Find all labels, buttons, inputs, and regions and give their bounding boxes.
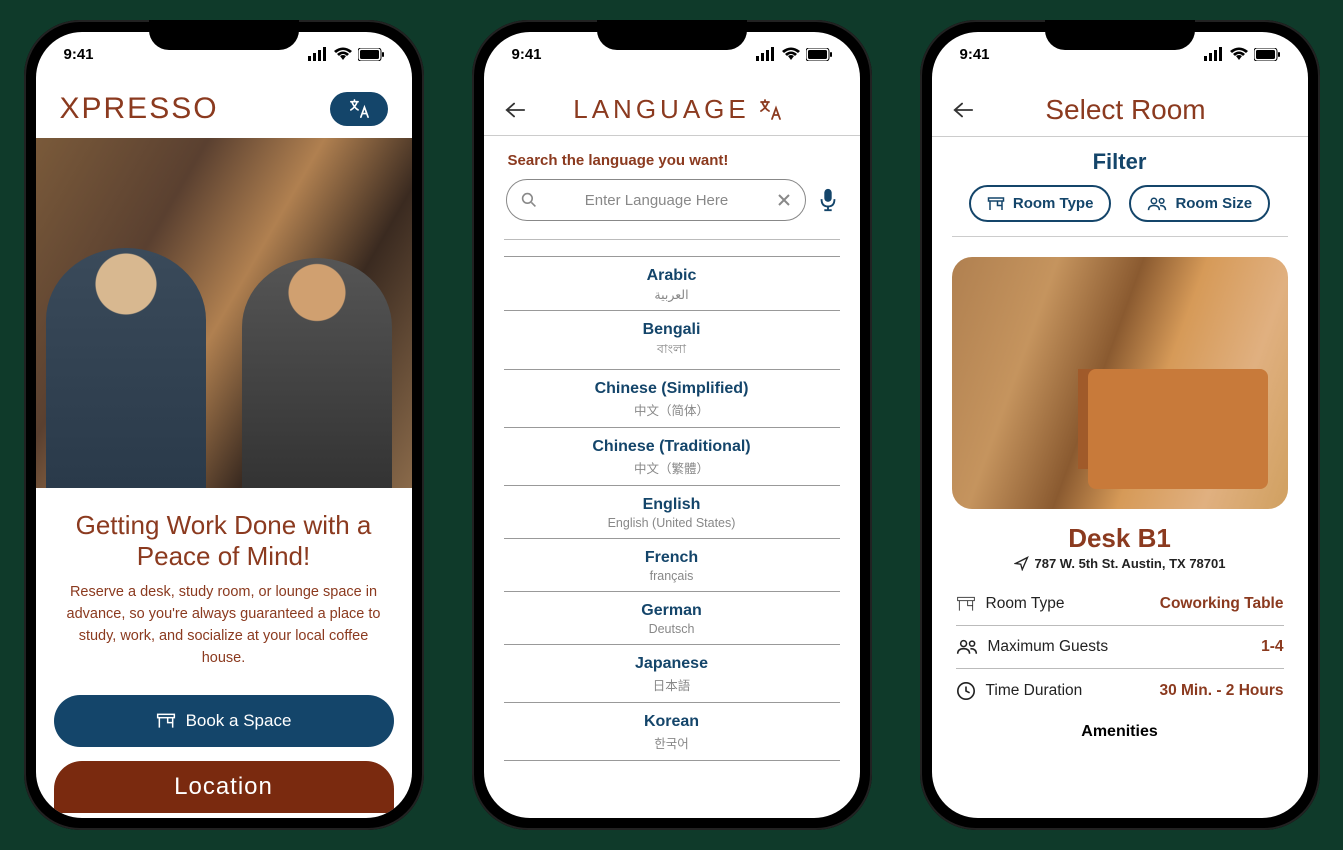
location-label: Location [174, 773, 273, 801]
people-icon [956, 638, 978, 656]
address-text: 787 W. 5th St. Austin, TX 78701 [1035, 556, 1226, 571]
wifi-icon [333, 44, 353, 64]
select-room-header: Select Room [932, 76, 1308, 137]
home-content: XPRESSO Getting Work Done with a Peace o… [36, 76, 412, 818]
page-title: Select Room [964, 94, 1288, 126]
status-icons [1204, 44, 1280, 64]
room-address: 787 W. 5th St. Austin, TX 78701 [932, 556, 1308, 583]
desk-icon [156, 712, 176, 730]
search-row [484, 179, 860, 229]
book-space-button[interactable]: Book a Space [54, 695, 394, 747]
wifi-icon [1229, 44, 1249, 64]
room-image [952, 257, 1288, 509]
select-room-content: Select Room Filter Room Type Room Size D… [932, 76, 1308, 818]
filter-room-type[interactable]: Room Type [969, 185, 1112, 222]
subtext: Reserve a desk, study room, or lounge sp… [36, 582, 412, 687]
wifi-icon [781, 44, 801, 64]
language-list: Arabicالعربية Bengaliবাংলা Chinese (Simp… [484, 240, 860, 761]
spec-label-text: Time Duration [986, 682, 1083, 700]
language-item[interactable]: Chinese (Traditional)中文（繁體） [504, 428, 840, 486]
language-item[interactable]: Korean한국어 [504, 703, 840, 761]
signal-icon [1204, 44, 1224, 64]
signal-icon [308, 44, 328, 64]
battery-icon [358, 48, 384, 61]
screen-language: 9:41 LANGUAGE Search the language you [484, 32, 860, 818]
signal-icon [756, 44, 776, 64]
brand-logo: XPRESSO [60, 92, 219, 126]
language-item[interactable]: Japanese日本語 [504, 645, 840, 703]
people-icon [1147, 196, 1167, 212]
status-icons [308, 44, 384, 64]
amenities-header: Amenities [932, 713, 1308, 741]
filter-label: Filter [932, 137, 1308, 185]
translate-icon [348, 99, 370, 119]
clear-icon[interactable] [777, 193, 791, 207]
chip-label: Room Type [1013, 195, 1094, 212]
spec-label-text: Room Type [986, 595, 1065, 613]
translate-icon [758, 99, 782, 121]
status-time: 9:41 [512, 46, 542, 63]
spec-max-guests: Maximum Guests 1-4 [956, 626, 1284, 669]
language-content: LANGUAGE Search the language you want! [484, 76, 860, 818]
language-header: LANGUAGE [484, 76, 860, 136]
language-item[interactable]: GermanDeutsch [504, 592, 840, 645]
language-button[interactable] [330, 92, 388, 126]
language-title-text: LANGUAGE [573, 94, 750, 125]
spec-value: 1-4 [1261, 638, 1283, 656]
hero-image [36, 138, 412, 488]
battery-icon [806, 48, 832, 61]
search-input[interactable] [547, 192, 767, 209]
page-title: LANGUAGE [516, 94, 840, 125]
spec-label-text: Maximum Guests [988, 638, 1109, 656]
phone-frame-select-room: 9:41 Select Room Filter Room Type [920, 20, 1320, 830]
language-item[interactable]: Arabicالعربية [504, 256, 840, 311]
language-item[interactable]: Frenchfrançais [504, 539, 840, 592]
language-item[interactable]: EnglishEnglish (United States) [504, 486, 840, 539]
status-time: 9:41 [64, 46, 94, 63]
desk-icon [987, 196, 1005, 212]
screen-select-room: 9:41 Select Room Filter Room Type [932, 32, 1308, 818]
location-header[interactable]: Location [54, 761, 394, 813]
desk-icon [956, 595, 976, 613]
status-icons [756, 44, 832, 64]
screen-home: 9:41 XPRESSO [36, 32, 412, 818]
filter-room-size[interactable]: Room Size [1129, 185, 1270, 222]
search-label: Search the language you want! [484, 136, 860, 179]
status-time: 9:41 [960, 46, 990, 63]
location-arrow-icon [1014, 556, 1029, 571]
search-icon [521, 192, 537, 208]
room-specs: Room Type Coworking Table Maximum Guests… [932, 583, 1308, 713]
spec-value: Coworking Table [1160, 595, 1284, 613]
notch [597, 20, 747, 50]
language-item[interactable]: Bengaliবাংলা [504, 311, 840, 370]
clock-icon [956, 681, 976, 701]
spec-time-duration: Time Duration 30 Min. - 2 Hours [956, 669, 1284, 713]
tagline-text: Getting Work Done with a Peace of Mind! [36, 488, 412, 582]
room-name: Desk B1 [932, 509, 1308, 556]
spec-room-type: Room Type Coworking Table [956, 583, 1284, 626]
book-space-label: Book a Space [186, 711, 292, 731]
spec-value: 30 Min. - 2 Hours [1159, 682, 1283, 700]
phone-frame-home: 9:41 XPRESSO [24, 20, 424, 830]
home-header: XPRESSO [36, 76, 412, 138]
search-box[interactable] [506, 179, 806, 221]
battery-icon [1254, 48, 1280, 61]
notch [1045, 20, 1195, 50]
language-item[interactable]: Chinese (Simplified)中文（简体） [504, 370, 840, 428]
phone-frame-language: 9:41 LANGUAGE Search the language you [472, 20, 872, 830]
chip-label: Room Size [1175, 195, 1252, 212]
filter-chips: Room Type Room Size [952, 185, 1288, 237]
mic-button[interactable] [818, 188, 838, 212]
notch [149, 20, 299, 50]
